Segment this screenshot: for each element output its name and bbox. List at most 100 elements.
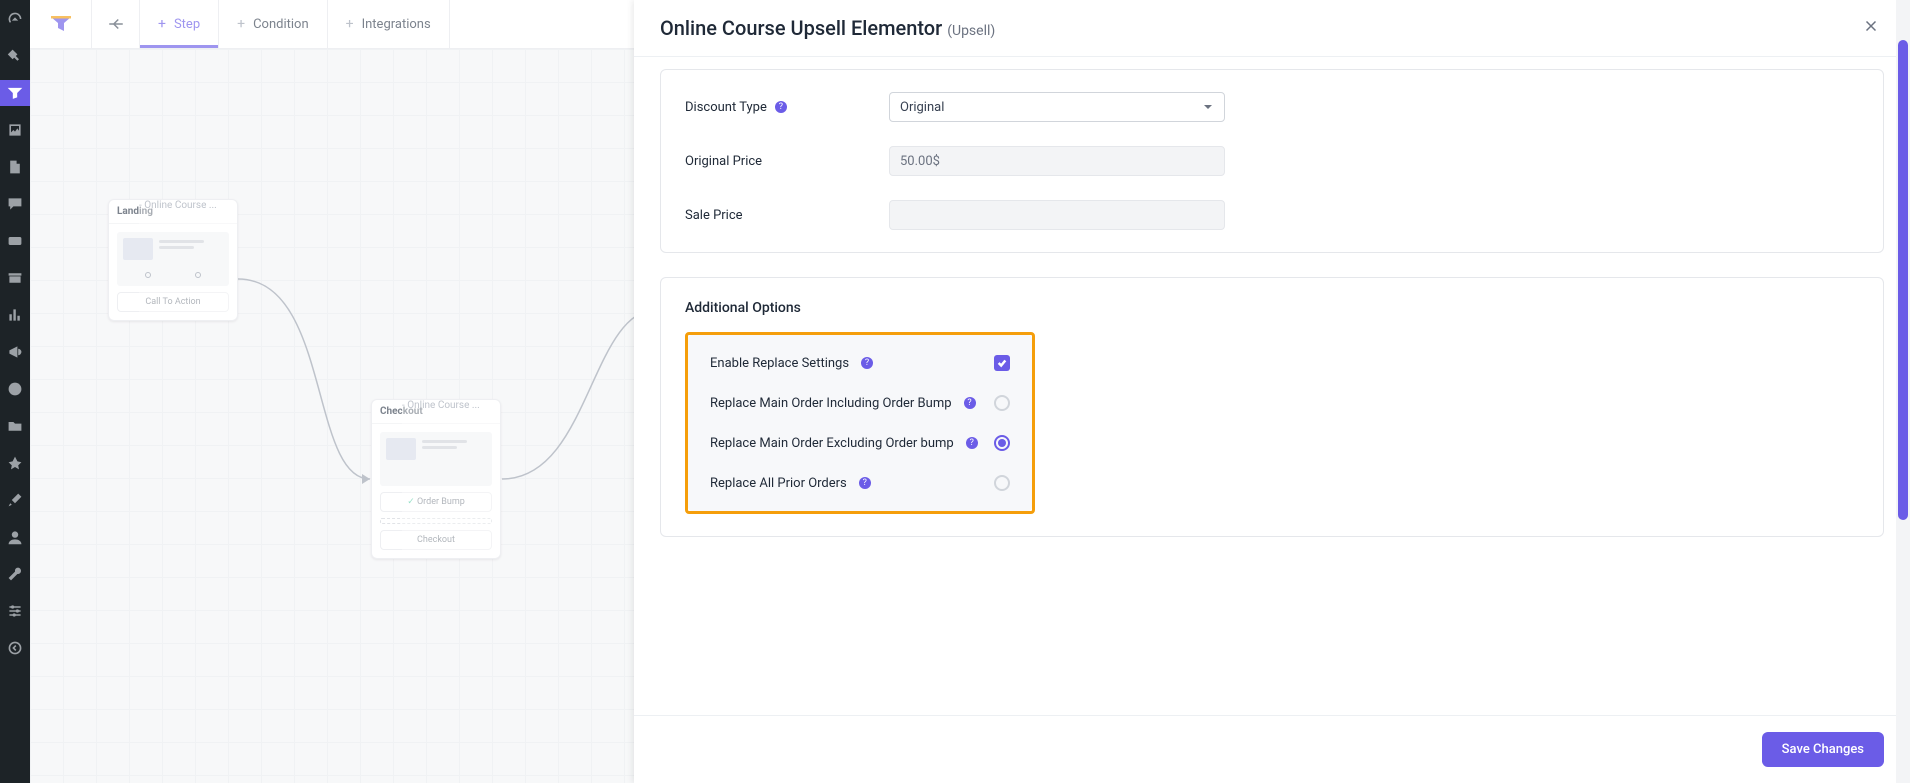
rail-elementor[interactable] [0,376,30,402]
rail-dashboard[interactable] [0,6,30,32]
rail-getwpfunnels[interactable] [0,450,30,476]
node-placeholder [380,518,492,524]
collapse-icon [7,640,23,656]
pushpin-icon [7,455,23,471]
back-button[interactable] [92,0,140,48]
radio-replace-all[interactable] [994,475,1010,491]
option-replace-including-bump: Replace Main Order Including Order Bump … [688,383,1032,423]
tab-condition-label: Condition [253,17,309,32]
gauge-icon [7,11,23,27]
node-checkout-title: Checkout - Online Course ... [372,400,500,424]
node-checkout[interactable]: Checkout - Online Course ... Order Bump … [371,399,501,559]
node-cta-button[interactable]: Call To Action [117,292,229,312]
option-list: Enable Replace Settings ? Replace Main O… [688,335,1032,511]
tab-integrations-label: Integrations [362,17,431,32]
app-root: + Step + Condition + Integrations [0,0,1910,783]
row-sale-price: Sale Price [685,200,1859,230]
label-text: Sale Price [685,208,743,223]
arrow-left-icon [107,15,125,33]
rail-settings[interactable] [0,598,30,624]
option-label: Replace Main Order Including Order Bump [710,396,952,411]
node-landing-title: Landing - Online Course ... [109,200,237,224]
radio-replace-excl[interactable] [994,435,1010,451]
rail-media[interactable] [0,117,30,143]
option-enable-replace: Enable Replace Settings ? [688,343,1032,383]
bars-icon [7,307,23,323]
rail-tools[interactable] [0,561,30,587]
tab-step[interactable]: + Step [140,0,219,48]
plus-icon: + [346,16,354,32]
media-icon [7,122,23,138]
help-icon[interactable]: ? [859,477,871,489]
input-sale-price[interactable] [889,200,1225,230]
plus-icon: + [237,16,245,32]
elementor-icon [7,381,23,397]
radio-replace-incl[interactable] [994,395,1010,411]
save-changes-button[interactable]: Save Changes [1762,732,1884,767]
label-discount-type: Discount Type ? [685,100,865,115]
panel-scrollbar-track[interactable] [1896,0,1910,783]
help-icon[interactable]: ? [775,101,787,113]
topbar-logo[interactable] [30,0,92,48]
plus-icon: + [158,16,166,32]
highlighted-options: Enable Replace Settings ? Replace Main O… [685,332,1035,514]
rail-users[interactable] [0,524,30,550]
panel-close-button[interactable] [1858,13,1884,43]
rail-analytics[interactable] [0,302,30,328]
input-original-price [889,146,1225,176]
node-orderbump-button[interactable]: Order Bump [380,492,492,512]
archive-icon [7,270,23,286]
rail-comments[interactable] [0,191,30,217]
node-title-strong: Checkout [380,406,423,417]
node-thumbnail [380,432,492,486]
settings-panel: Online Course Upsell Elementor (Upsell) … [634,0,1910,783]
rail-woo[interactable] [0,228,30,254]
woo-icon [7,233,23,249]
option-label: Enable Replace Settings [710,356,849,371]
help-icon[interactable]: ? [966,437,978,449]
pin-icon [7,48,23,64]
rail-funnel-active[interactable] [0,80,30,106]
select-discount-type[interactable]: Original [889,92,1225,122]
rail-collapse[interactable] [0,635,30,661]
rail-marketing[interactable] [0,339,30,365]
additional-options-title: Additional Options [685,300,1859,316]
panel-header: Online Course Upsell Elementor (Upsell) [634,0,1910,57]
funnel-logo-icon [50,16,72,32]
row-discount-type: Discount Type ? Original [685,92,1859,122]
rail-products[interactable] [0,265,30,291]
node-checkout-button[interactable]: Checkout [380,530,492,550]
pricing-card: Discount Type ? Original Original Price [660,69,1884,253]
option-replace-excluding-bump: Replace Main Order Excluding Order bump … [688,423,1032,463]
folder-icon [7,418,23,434]
option-label: Replace Main Order Excluding Order bump [710,436,954,451]
page-icon [7,159,23,175]
node-checkout-body: Order Bump Checkout [372,424,500,558]
panel-footer: Save Changes [634,715,1910,783]
rail-pages[interactable] [0,154,30,180]
additional-options-card: Additional Options Enable Replace Settin… [660,277,1884,537]
tab-integrations[interactable]: + Integrations [328,0,450,48]
label-original-price: Original Price [685,154,865,169]
option-label: Replace All Prior Orders [710,476,847,491]
tab-condition[interactable]: + Condition [219,0,328,48]
panel-scrollbar-thumb[interactable] [1898,40,1908,520]
panel-title-main: Online Course Upsell Elementor [660,16,947,40]
rail-filemanager[interactable] [0,413,30,439]
help-icon[interactable]: ? [861,357,873,369]
wrench-icon [7,566,23,582]
rail-posts[interactable] [0,43,30,69]
comment-icon [7,196,23,212]
panel-body: Discount Type ? Original Original Price [634,57,1910,715]
wp-admin-rail [0,0,30,783]
node-title-dim: - Online Course ... [139,200,237,224]
help-icon[interactable]: ? [964,397,976,409]
rail-appearance[interactable] [0,487,30,513]
option-replace-all-prior: Replace All Prior Orders ? [688,463,1032,503]
check-icon [997,358,1007,368]
checkbox-enable-replace[interactable] [994,355,1010,371]
node-landing[interactable]: Landing - Online Course ... Call To Acti… [108,199,238,321]
node-thumbnail [117,232,229,286]
close-icon [1862,17,1880,35]
label-text: Original Price [685,154,762,169]
